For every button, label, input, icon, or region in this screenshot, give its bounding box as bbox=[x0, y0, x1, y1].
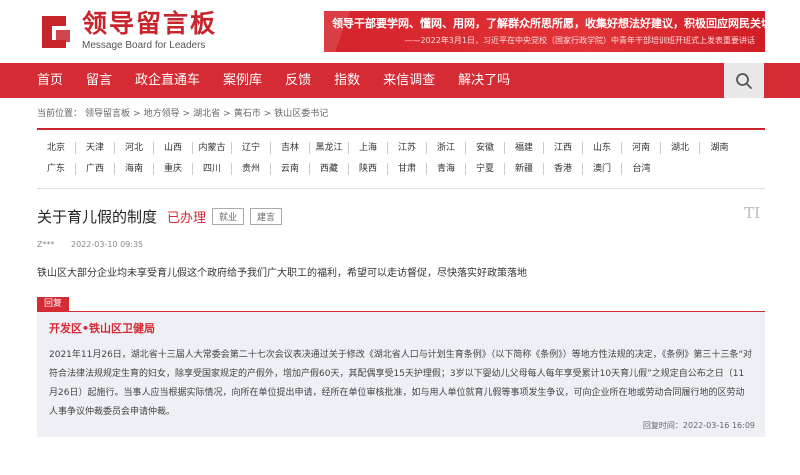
region-link[interactable]: 宁夏 bbox=[466, 163, 505, 175]
region-link[interactable]: 台湾 bbox=[622, 163, 661, 175]
region-link[interactable]: 安徽 bbox=[466, 142, 505, 154]
region-link[interactable]: 陕西 bbox=[349, 163, 388, 175]
search-button[interactable] bbox=[724, 63, 764, 98]
divider bbox=[37, 188, 765, 189]
search-icon bbox=[736, 72, 752, 89]
breadcrumb-prefix: 当前位置： bbox=[37, 109, 83, 119]
region-link[interactable]: 辽宁 bbox=[232, 142, 271, 154]
breadcrumb-separator: > bbox=[182, 109, 191, 119]
region-link[interactable]: 湖北 bbox=[661, 142, 700, 154]
region-link[interactable]: 重庆 bbox=[154, 163, 193, 175]
region-link[interactable]: 吉林 bbox=[271, 142, 310, 154]
region-link[interactable]: 澳门 bbox=[583, 163, 622, 175]
nav-item-home[interactable]: 首页 bbox=[37, 63, 63, 98]
message-meta: Z*** 2022-03-10 09:35 bbox=[37, 240, 157, 249]
region-link[interactable]: 云南 bbox=[271, 163, 310, 175]
reply-label: 回复 bbox=[37, 297, 70, 311]
breadcrumb-separator: > bbox=[133, 109, 141, 119]
message-header: 关于育儿假的制度 已办理 就业 建言 bbox=[37, 206, 283, 227]
breadcrumb-link-home[interactable]: 领导留言板 bbox=[85, 109, 130, 119]
tag-suggestion[interactable]: 建言 bbox=[250, 208, 283, 225]
region-link[interactable]: 广东 bbox=[37, 163, 76, 175]
region-link[interactable]: 新疆 bbox=[505, 163, 544, 175]
status-badge: 已办理 bbox=[167, 211, 207, 226]
reply-time: 回复时间：2022-03-16 16:09 bbox=[643, 420, 755, 431]
nav-item-business[interactable]: 政企直通车 bbox=[135, 63, 200, 98]
tag-employment[interactable]: 就业 bbox=[212, 208, 245, 225]
region-link[interactable]: 河南 bbox=[622, 142, 661, 154]
message-content: 铁山区大部分企业均未享受育儿假这个政府给予我们广大职工的福利，希望可以走访督促，… bbox=[37, 268, 527, 279]
breadcrumb-link-local[interactable]: 地方领导 bbox=[144, 109, 180, 119]
message-title: 关于育儿假的制度 bbox=[37, 208, 158, 226]
nav-item-survey[interactable]: 来信调查 bbox=[383, 63, 435, 98]
region-link[interactable]: 内蒙古 bbox=[193, 142, 232, 154]
region-link[interactable]: 江西 bbox=[544, 142, 583, 154]
logo-text[interactable]: 领导留言板 Message Board for Leaders bbox=[82, 9, 217, 51]
main-nav: 首页 留言 政企直通车 案例库 反馈 指数 来信调查 解决了吗 bbox=[0, 63, 800, 98]
breadcrumb: 当前位置： 领导留言板 > 地方领导 > 湖北省 > 黄石市 > 铁山区委书记 bbox=[37, 106, 331, 119]
nav-item-feedback[interactable]: 反馈 bbox=[285, 63, 311, 98]
nav-item-resolved[interactable]: 解决了吗 bbox=[458, 63, 510, 98]
reply-time-value: 2022-03-16 16:09 bbox=[682, 421, 755, 430]
region-link[interactable]: 山西 bbox=[154, 142, 193, 154]
reply-organization: 开发区•铁山区卫健局 bbox=[49, 322, 156, 335]
region-link[interactable]: 江苏 bbox=[388, 142, 427, 154]
region-link[interactable]: 上海 bbox=[349, 142, 388, 154]
reply-panel: 开发区•铁山区卫健局 2021年11月26日，湖北省十三届人大常委会第二十七次会… bbox=[37, 312, 765, 437]
nav-item-index[interactable]: 指数 bbox=[334, 63, 360, 98]
nav-item-cases[interactable]: 案例库 bbox=[223, 63, 262, 98]
site-header: 领导留言板 Message Board for Leaders 领导干部要学网、… bbox=[0, 0, 800, 62]
region-link[interactable]: 海南 bbox=[115, 163, 154, 175]
region-link[interactable]: 山东 bbox=[583, 142, 622, 154]
logo-subtitle: Message Board for Leaders bbox=[82, 40, 206, 51]
region-row: 北京 天津 河北 山西 内蒙古 辽宁 吉林 黑龙江 上海 江苏 浙江 安徽 福建 江西 山东 河南 湖北 湖南 bbox=[37, 138, 765, 159]
quote-banner[interactable]: 领导干部要学网、懂网、用网，了解群众所思所愿，收集好想法好建议，积极回应网民关切… bbox=[324, 11, 765, 52]
logo-icon[interactable] bbox=[36, 12, 76, 52]
region-link[interactable]: 浙江 bbox=[427, 142, 466, 154]
region-link[interactable]: 贵州 bbox=[232, 163, 271, 175]
region-link[interactable]: 西藏 bbox=[310, 163, 349, 175]
region-list: 北京 天津 河北 山西 内蒙古 辽宁 吉林 黑龙江 上海 江苏 浙江 安徽 福建 江西 山东 河南 湖北 湖南 广… bbox=[37, 138, 765, 180]
region-link[interactable]: 北京 bbox=[37, 142, 76, 154]
region-link[interactable]: 天津 bbox=[76, 142, 115, 154]
region-link[interactable]: 湖南 bbox=[700, 142, 739, 154]
region-link[interactable]: 河北 bbox=[115, 142, 154, 154]
logo-title: 领导留言板 bbox=[82, 9, 218, 38]
region-link[interactable]: 甘肃 bbox=[388, 163, 427, 175]
divider bbox=[37, 128, 765, 130]
region-link[interactable]: 香港 bbox=[544, 163, 583, 175]
reply-content: 2021年11月26日，湖北省十三届人大常委会第二十七次会议表决通过关于修改《湖… bbox=[49, 350, 752, 417]
breadcrumb-link-province[interactable]: 湖北省 bbox=[193, 109, 220, 119]
author-name: Z*** bbox=[37, 240, 55, 249]
region-link[interactable]: 福建 bbox=[505, 142, 544, 154]
reply-time-label: 回复时间： bbox=[642, 421, 683, 430]
region-row: 广东 广西 海南 重庆 四川 贵州 云南 西藏 陕西 甘肃 青海 宁夏 新疆 香港 澳门 台湾 bbox=[37, 159, 765, 180]
breadcrumb-separator: > bbox=[263, 109, 272, 119]
nav-item-message[interactable]: 留言 bbox=[86, 63, 112, 98]
banner-quote: 领导干部要学网、懂网、用网，了解群众所思所愿，收集好想法好建议，积极回应网民关切… bbox=[332, 17, 765, 30]
breadcrumb-link-leader[interactable]: 铁山区委书记 bbox=[274, 109, 328, 119]
region-link[interactable]: 广西 bbox=[76, 163, 115, 175]
region-link[interactable]: 黑龙江 bbox=[310, 142, 349, 154]
region-link[interactable]: 四川 bbox=[193, 163, 232, 175]
region-link[interactable]: 青海 bbox=[427, 163, 466, 175]
breadcrumb-separator: > bbox=[223, 109, 231, 119]
font-size-icon[interactable]: TI bbox=[744, 204, 760, 222]
banner-source: ——2022年3月1日，习近平在中央党校（国家行政学院）中青年干部培训班开班式上… bbox=[404, 36, 755, 45]
message-date: 2022-03-10 09:35 bbox=[71, 240, 144, 249]
breadcrumb-link-city[interactable]: 黄石市 bbox=[234, 109, 261, 119]
